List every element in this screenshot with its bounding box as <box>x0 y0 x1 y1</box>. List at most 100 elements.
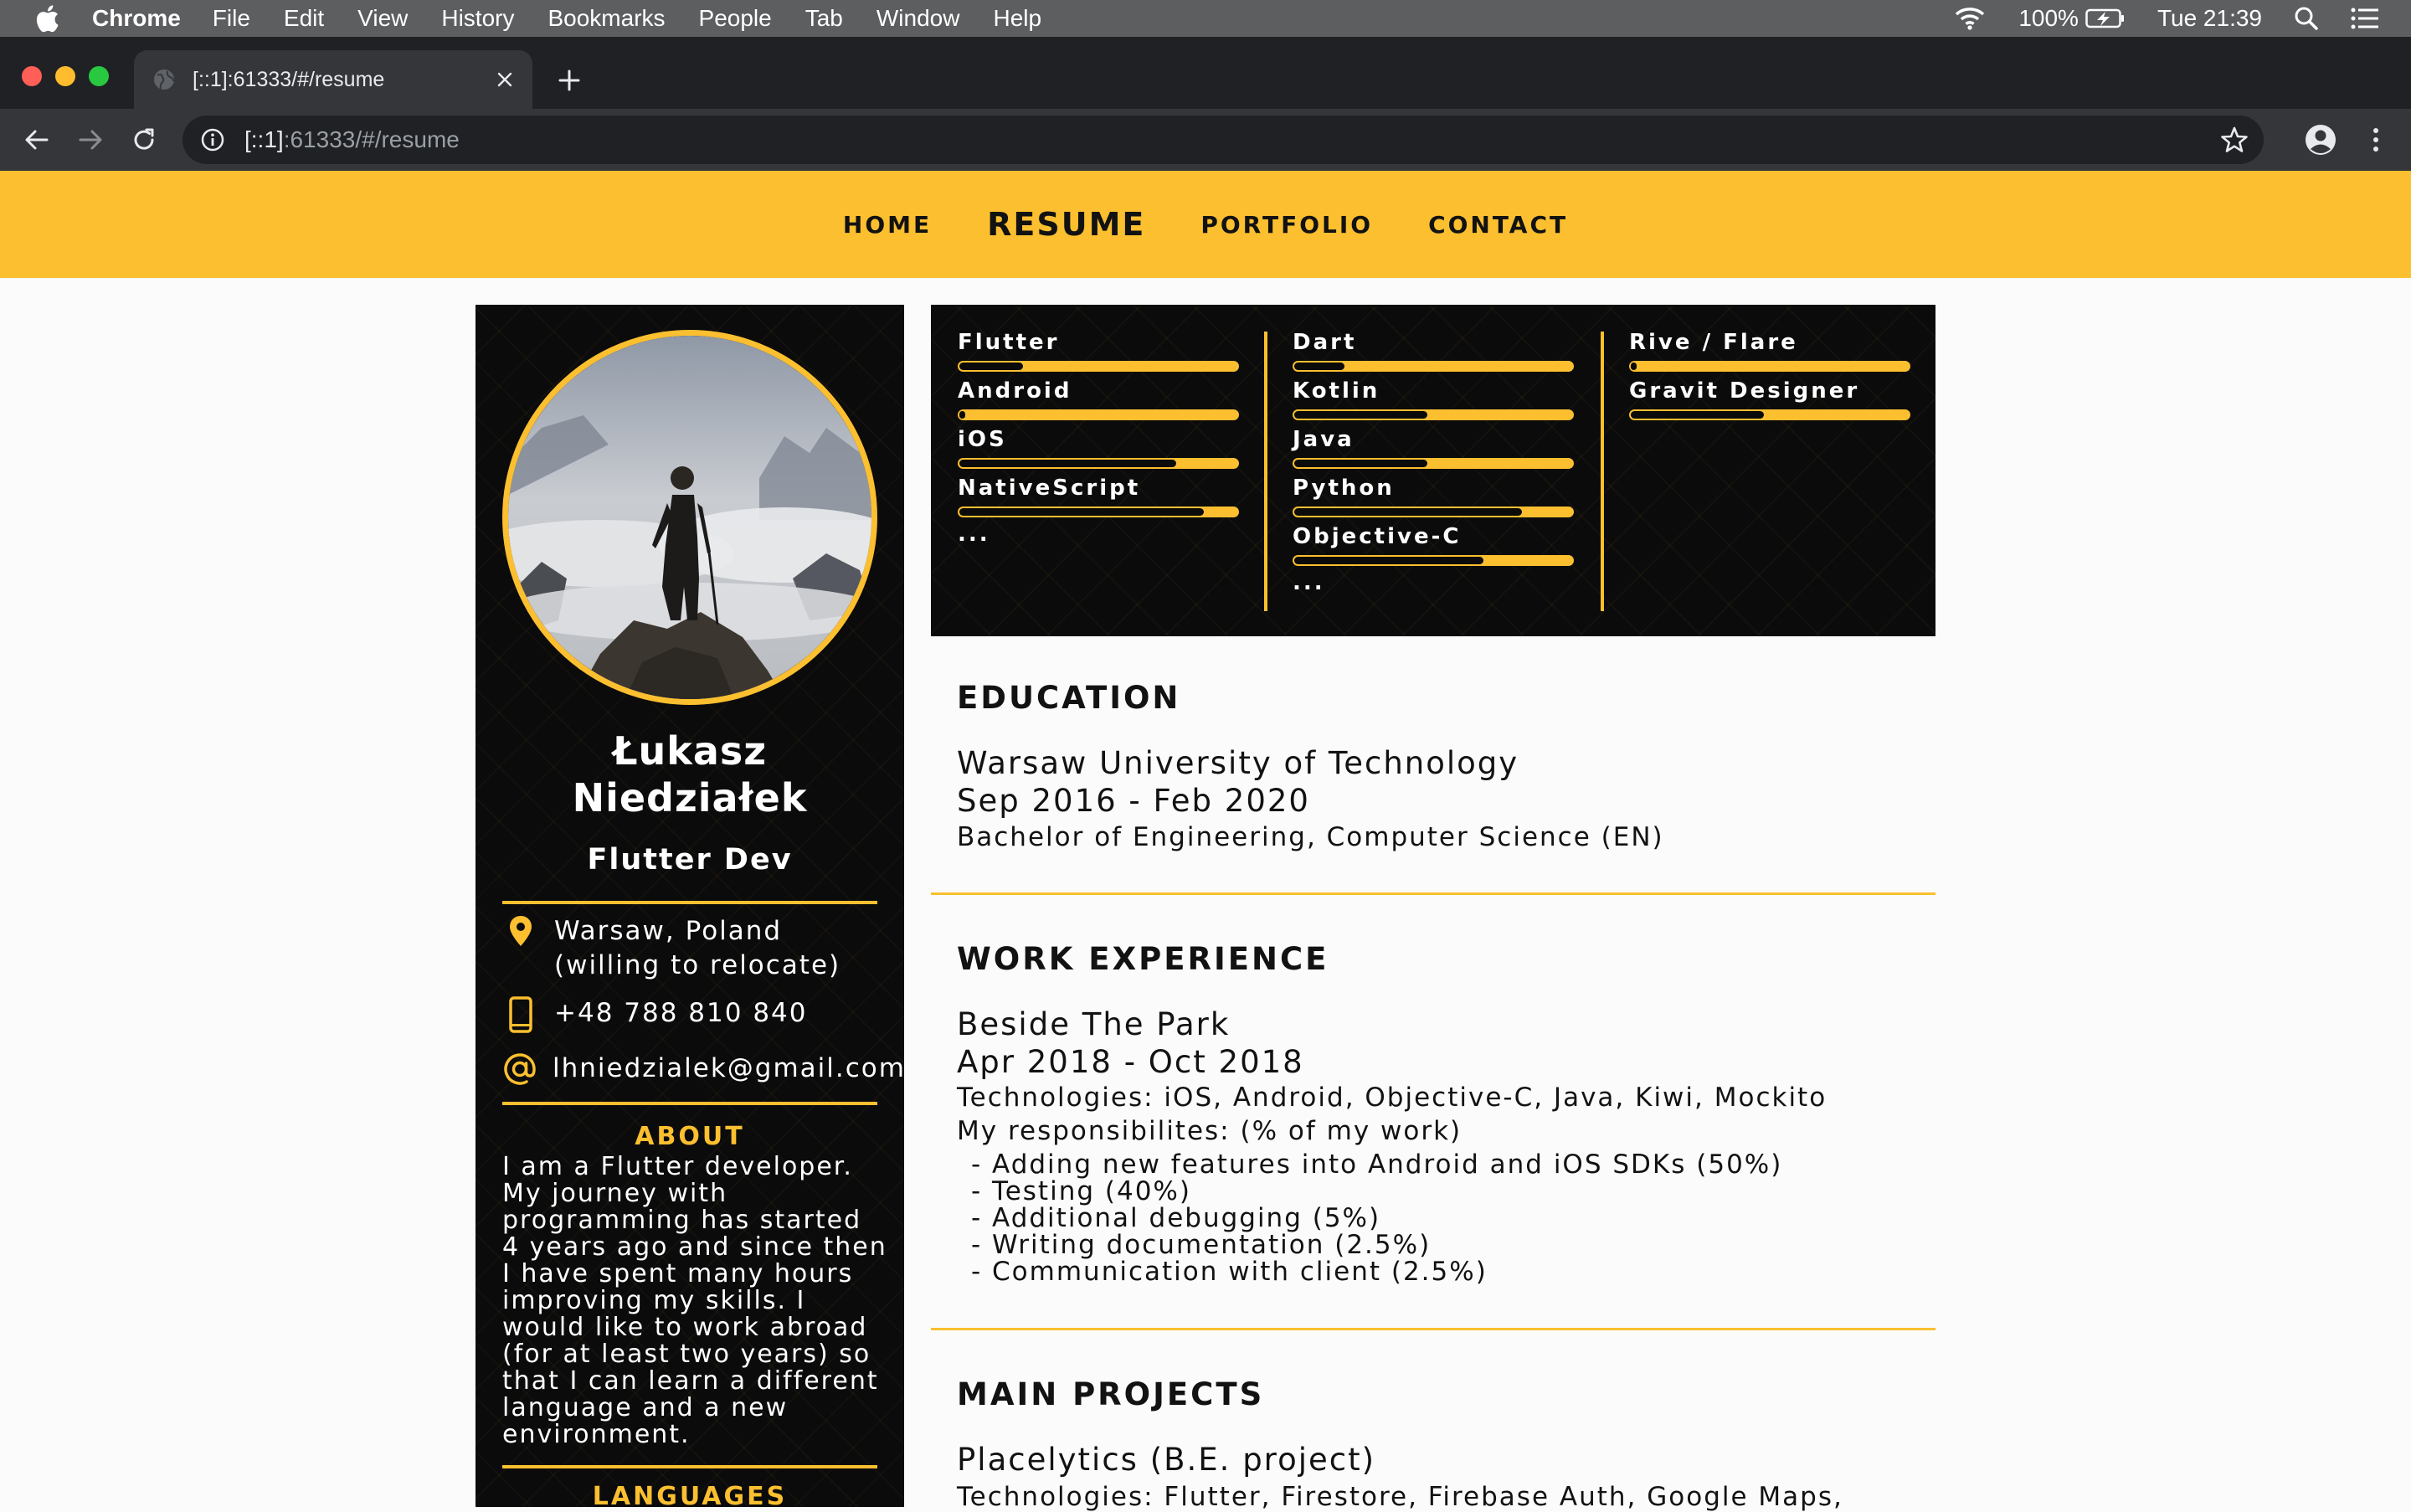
macos-menubar: Chrome File Edit View History Bookmarks … <box>0 0 2411 37</box>
skill-label: Android <box>958 378 1072 404</box>
profile-first-name: Łukasz <box>612 728 768 774</box>
wifi-icon[interactable] <box>1953 6 1987 31</box>
window-close-button[interactable] <box>22 66 42 86</box>
work-dates: Apr 2018 - Oct 2018 <box>957 1044 1304 1080</box>
profile-role: Flutter Dev <box>587 843 793 877</box>
languages-heading: LANGUAGES <box>592 1482 788 1507</box>
nav-contact-link[interactable]: CONTACT <box>1428 211 1568 239</box>
phone-row: +48 788 810 840 <box>502 996 887 1033</box>
menu-window[interactable]: Window <box>876 5 960 32</box>
profile-last-name: Niedziałek <box>572 775 808 820</box>
battery-status[interactable]: 100% <box>2018 5 2126 32</box>
menu-history[interactable]: History <box>441 5 514 32</box>
menu-people[interactable]: People <box>699 5 772 32</box>
about-text: I am a Flutter developer. My journey wit… <box>502 1152 887 1449</box>
url-path: :61333/#/resume <box>283 126 460 152</box>
skill-bar <box>1293 458 1574 469</box>
window-minimize-button[interactable] <box>55 66 75 86</box>
skill-kotlin: Kotlin <box>1293 378 1574 427</box>
section-divider <box>931 892 1935 895</box>
notification-center-icon[interactable] <box>2351 7 2379 30</box>
education-school: Warsaw University of Technology <box>957 745 1519 781</box>
clock[interactable]: Tue 21:39 <box>2157 5 2262 32</box>
skill-label: Kotlin <box>1293 378 1380 404</box>
skill-bar-fill <box>1294 460 1427 467</box>
skill-bar-fill <box>959 508 1204 516</box>
menu-bookmarks[interactable]: Bookmarks <box>547 5 665 32</box>
skill-bar-fill <box>959 411 965 419</box>
work-heading: WORK EXPERIENCE <box>957 941 1329 977</box>
nav-home-link[interactable]: HOME <box>843 211 932 239</box>
skill-dart: Dart <box>1293 330 1574 378</box>
profile-card: Łukasz Niedziałek Flutter Dev Warsaw, Po… <box>476 305 904 1507</box>
menu-help[interactable]: Help <box>993 5 1041 32</box>
skill-bar-fill <box>959 460 1176 467</box>
reload-icon[interactable] <box>127 123 161 157</box>
skill-bar-fill <box>1294 363 1344 370</box>
skill-label: Python <box>1293 476 1395 501</box>
url-host: [::1] <box>244 126 284 152</box>
spotlight-search-icon[interactable] <box>2294 6 2319 31</box>
skill-flutter: Flutter <box>958 330 1239 378</box>
email-text[interactable]: lhniedzialek@gmail.com <box>553 1052 904 1086</box>
nav-portfolio-link[interactable]: PORTFOLIO <box>1200 211 1373 239</box>
skill-rive-flare: Rive / Flare <box>1629 330 1910 378</box>
skill-ios: iOS <box>958 427 1239 476</box>
menu-edit[interactable]: Edit <box>284 5 324 32</box>
skill-java: Java <box>1293 427 1574 476</box>
work-technologies: Technologies: iOS, Android, Objective-C,… <box>957 1083 1828 1113</box>
forward-arrow-icon[interactable] <box>74 123 107 157</box>
skill-bar <box>958 458 1239 469</box>
card-divider <box>502 901 877 904</box>
skills-panel: Flutter Android iOS NativeScript ... Dar… <box>931 305 1935 636</box>
phone-text[interactable]: +48 788 810 840 <box>554 996 808 1031</box>
work-company: Beside The Park <box>957 1006 1231 1042</box>
profile-name: Łukasz Niedziałek <box>476 728 904 821</box>
skill-bar-fill <box>1294 411 1427 419</box>
nav-resume-link[interactable]: RESUME <box>987 206 1145 243</box>
tab-title: [::1]:61333/#/resume <box>193 67 385 91</box>
more-vertical-icon[interactable] <box>2359 123 2393 157</box>
bookmark-star-icon[interactable] <box>2220 126 2249 154</box>
skills-column-3: Rive / Flare Gravit Designer <box>1629 330 1910 427</box>
skill-bar <box>1629 409 1910 420</box>
education-degree: Bachelor of Engineering, Computer Scienc… <box>957 822 1664 852</box>
address-bar[interactable]: [::1] :61333/#/resume <box>182 116 2264 164</box>
window-zoom-button[interactable] <box>89 66 109 86</box>
section-divider <box>931 1328 1935 1330</box>
menu-file[interactable]: File <box>213 5 250 32</box>
skill-bar <box>1293 361 1574 372</box>
skills-column-2: Dart Kotlin Java Python Objective-C ... <box>1293 330 1574 594</box>
list-item: - Adding new features into Android and i… <box>971 1149 1783 1180</box>
site-info-icon[interactable] <box>198 125 228 155</box>
education-heading: EDUCATION <box>957 680 1181 716</box>
browser-tab-active[interactable]: [::1]:61333/#/resume <box>134 50 532 109</box>
skill-bar-fill <box>959 363 1023 370</box>
battery-icon <box>2085 8 2124 28</box>
location-pin-icon <box>502 914 539 951</box>
back-arrow-icon[interactable] <box>20 123 54 157</box>
browser-toolbar: [::1] :61333/#/resume <box>0 109 2411 171</box>
location-text: Warsaw, Poland (willing to relocate) <box>554 916 841 980</box>
menu-app-chrome[interactable]: Chrome <box>92 5 181 32</box>
apple-logo-icon[interactable] <box>30 0 64 37</box>
skill-gravit-designer: Gravit Designer <box>1629 378 1910 427</box>
skill-objective-c: Objective-C <box>1293 524 1574 573</box>
tab-close-icon[interactable] <box>492 67 517 92</box>
skill-label: NativeScript <box>958 476 1141 501</box>
skill-nativescript: NativeScript <box>958 476 1239 524</box>
menu-view[interactable]: View <box>357 5 408 32</box>
skill-label: iOS <box>958 427 1007 452</box>
skill-bar <box>958 507 1239 517</box>
at-sign-icon <box>502 1052 537 1088</box>
list-item: - Additional debugging (5%) <box>971 1203 1381 1233</box>
project-title: Placelytics (B.E. project) <box>957 1442 1376 1478</box>
skill-bar <box>1293 507 1574 517</box>
skill-bar-fill <box>1294 557 1483 564</box>
skill-bar-fill <box>1631 363 1637 370</box>
menu-tab[interactable]: Tab <box>805 5 843 32</box>
skill-label: Objective-C <box>1293 524 1462 549</box>
profile-avatar-icon[interactable] <box>2304 123 2337 157</box>
email-row: lhniedzialek@gmail.com <box>502 1052 904 1088</box>
new-tab-plus-icon[interactable] <box>554 65 584 95</box>
